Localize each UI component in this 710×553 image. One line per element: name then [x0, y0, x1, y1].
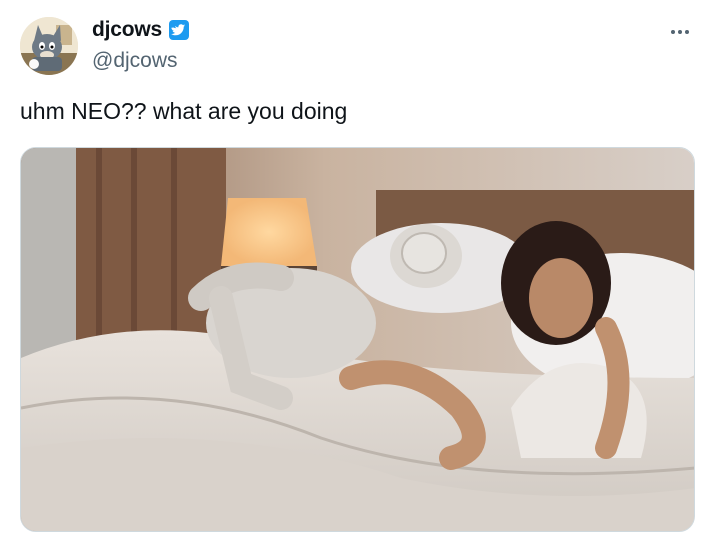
author-name[interactable]: djcows	[92, 18, 162, 42]
author-handle[interactable]: @djcows	[92, 49, 178, 73]
avatar[interactable]	[20, 17, 78, 75]
tweet-image[interactable]	[20, 147, 695, 532]
more-options-icon[interactable]	[665, 20, 695, 44]
tweet-text: uhm NEO?? what are you doing	[20, 98, 348, 124]
verified-badge-icon	[168, 19, 190, 41]
